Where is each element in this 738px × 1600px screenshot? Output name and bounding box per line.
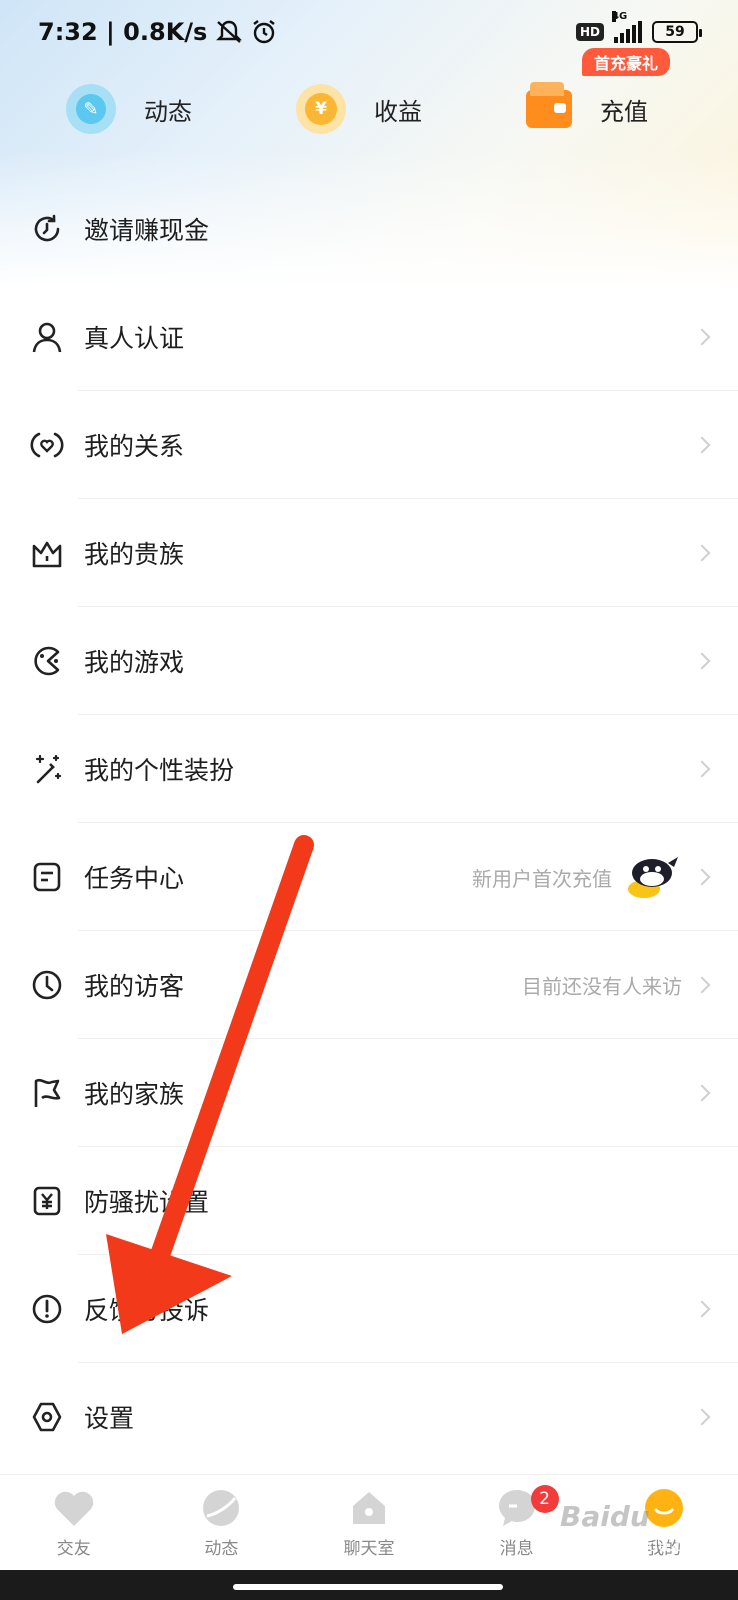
chevron-right-icon [693,436,711,454]
menu-label: 我的访客 [84,972,185,1001]
status-right: HD 4G 59 [575,11,702,43]
tab-label: 交友 [56,1539,91,1559]
house-tab-icon [347,1486,391,1530]
chevron-right-icon [693,760,711,778]
status-left: 7:32 | 0.8K/s [38,18,277,46]
chevron-right-icon [693,868,711,886]
menu-item-task-center[interactable]: 任务中心 新用户首次充值 [0,823,738,931]
promo-badge: 首充豪礼 [582,48,671,76]
menu-label: 邀请赚现金 [84,216,210,245]
menu-extra: 目前还没有人来访 [522,971,682,1000]
alert-icon [28,1290,66,1328]
unread-badge: 2 [530,1484,559,1513]
menu-item-feedback[interactable]: 反馈与投诉 [0,1255,738,1363]
menu-label: 反馈与投诉 [84,1296,210,1325]
chevron-right-icon [693,976,711,994]
menu-label: 防骚扰设置 [84,1188,210,1217]
person-icon [28,318,66,356]
menu-item-family[interactable]: 我的家族 [0,1039,738,1147]
watermark-site: jingyan.baidu.com [560,1536,708,1555]
tab-label: 动态 [204,1539,239,1559]
menu-item-relationships[interactable]: 我的关系 [0,391,738,499]
wallet-icon [526,82,572,128]
menu-item-games[interactable]: 我的游戏 [0,607,738,715]
yen-coin-icon: ¥ [296,84,346,134]
task-icon [28,858,66,896]
quick-action-recharge[interactable]: 充值 [526,76,648,142]
menu-label: 我的贵族 [84,540,185,569]
bell-muted-icon [216,20,243,43]
crown-icon [28,534,66,572]
menu-item-invite[interactable]: 邀请赚现金 [0,175,738,283]
heart-icon [28,426,66,464]
hd-badge: HD [575,23,604,41]
tab-dynamics[interactable]: 动态 [151,1475,291,1571]
home-indicator[interactable] [233,1584,503,1590]
menu-label: 任务中心 [84,864,185,893]
quick-action-label: 充值 [600,97,648,126]
battery-icon: 59 [652,21,702,43]
chevron-right-icon [693,544,711,562]
menu-extra-text: 新用户首次充值 [472,866,612,891]
tab-chatroom[interactable]: 聊天室 [299,1475,439,1571]
flag-icon [28,1074,66,1112]
menu-label: 我的家族 [84,1080,185,1109]
chevron-right-icon [693,328,711,346]
pen-icon: ✎ [66,84,116,134]
settings-icon [28,1398,66,1436]
menu-item-settings[interactable]: 设置 [0,1363,738,1471]
chevron-right-icon [693,1300,711,1318]
menu-label: 我的关系 [84,432,185,461]
menu-label: 设置 [84,1404,135,1433]
signal-icon: 4G [612,11,642,43]
menu-extra: 新用户首次充值 [472,853,682,901]
menu-item-dressup[interactable]: 我的个性装扮 [0,715,738,823]
quick-action-label: 收益 [374,97,422,126]
baidu-watermark-logo: Baidu [560,1500,650,1533]
chevron-right-icon [693,652,711,670]
heart-tab-icon [52,1486,96,1530]
game-icon [28,642,66,680]
chevron-right-icon [693,1408,711,1426]
magic-wand-icon [28,750,66,788]
menu-label: 真人认证 [84,324,185,353]
tab-label: 聊天室 [343,1539,395,1559]
quick-action-income[interactable]: ¥ 收益 [296,76,422,142]
tab-friends[interactable]: 交友 [4,1475,144,1571]
refresh-icon [28,210,66,248]
quick-action-label: 动态 [144,97,192,126]
menu-item-nobility[interactable]: 我的贵族 [0,499,738,607]
quick-action-dynamics[interactable]: ✎ 动态 [66,76,192,142]
chevron-right-icon [693,1084,711,1102]
alarm-icon [253,20,276,44]
menu-item-anti-harassment[interactable]: 防骚扰设置 [0,1147,738,1255]
tab-label: 消息 [499,1539,534,1559]
menu-list: 邀请赚现金 真人认证 我的关系 我的贵族 我的游戏 我的个性装扮 任务中心 新用… [0,175,738,1471]
menu-extra-text: 目前还没有人来访 [522,974,682,999]
network-type: 4G [612,11,628,22]
quick-actions: ✎ 动态 ¥ 收益 充值 [0,76,738,142]
menu-label: 我的个性装扮 [84,756,235,785]
status-time-speed: 7:32 | 0.8K/s [38,18,208,46]
clock-icon [28,966,66,1004]
mascot-icon [628,857,678,898]
shield-yen-icon [28,1182,66,1220]
menu-item-verification[interactable]: 真人认证 [0,283,738,391]
battery-level: 59 [665,24,685,40]
menu-label: 我的游戏 [84,648,185,677]
planet-tab-icon [199,1486,243,1530]
menu-item-visitors[interactable]: 我的访客 目前还没有人来访 [0,931,738,1039]
